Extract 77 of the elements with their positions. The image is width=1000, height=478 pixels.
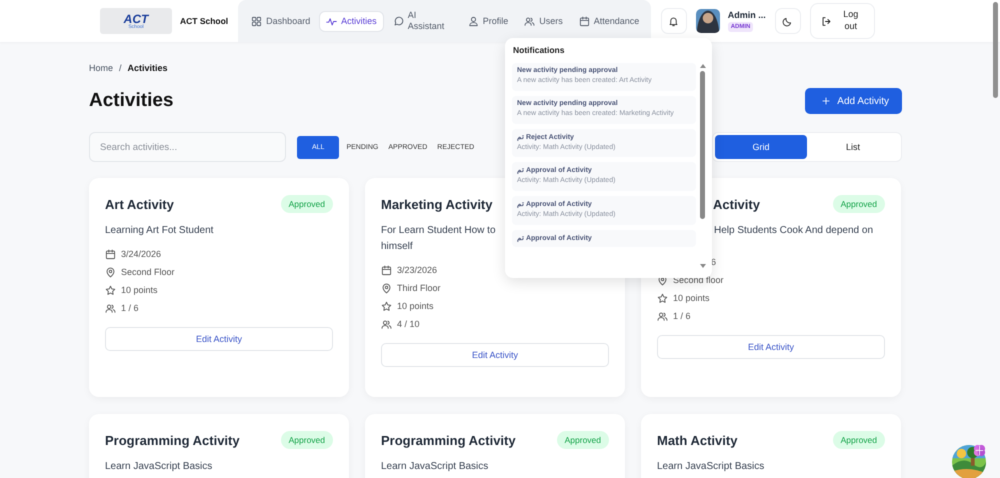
location-pin-icon: [105, 266, 116, 278]
card-description: himself: [381, 240, 413, 254]
calendar-icon: [381, 264, 392, 276]
theme-toggle-button[interactable]: [774, 8, 801, 34]
status-badge: Approved: [556, 431, 609, 449]
meta-text: 10 points: [673, 293, 710, 303]
nav-item[interactable]: Dashboard: [244, 10, 318, 32]
user-icon: [468, 16, 479, 26]
status-badge: Approved: [280, 431, 333, 449]
card-description: Learn JavaScript Basics: [657, 460, 764, 474]
logout-button[interactable]: Log out: [810, 3, 875, 39]
users-icon: [657, 310, 668, 322]
breadcrumb-current: Activities: [128, 63, 168, 73]
breadcrumb-separator: /: [119, 63, 122, 73]
meta-text: 3/23/2026: [397, 265, 438, 275]
user-name: Admin ...: [728, 10, 766, 20]
nav-item[interactable]: Activities: [319, 10, 384, 32]
users-icon: [381, 318, 392, 330]
calendar-icon: [105, 248, 116, 260]
panel-title: Notifications: [513, 45, 566, 55]
status-badge: Approved: [832, 195, 885, 213]
card-title: Activity: [713, 196, 760, 212]
card-title: Art Activity: [105, 196, 174, 212]
users-icon: [105, 302, 116, 314]
scroll-thumb[interactable]: [700, 71, 705, 219]
pulse-icon: [326, 16, 338, 26]
meta-text: 3/24/2026: [121, 249, 162, 259]
grid-icon: [251, 16, 262, 26]
bell-icon: [668, 16, 680, 26]
status-badge: Approved: [280, 195, 333, 213]
scrollbar[interactable]: [993, 2, 998, 98]
view-tab[interactable]: List: [807, 135, 899, 159]
nav-item[interactable]: Profile: [460, 10, 516, 32]
edit-activity-button[interactable]: Edit Activity: [657, 335, 885, 359]
page-title: Activities: [89, 90, 174, 112]
star-icon: [381, 300, 392, 312]
chat-icon: [392, 16, 404, 26]
nav-item[interactable]: AI Assistant: [386, 5, 459, 37]
star-icon: [657, 292, 668, 304]
card-description: Learning Art Fot Student: [105, 224, 214, 238]
nav-item[interactable]: Users: [517, 10, 570, 32]
edit-activity-button[interactable]: Edit Activity: [105, 327, 333, 351]
meta-text: Second Floor: [121, 267, 175, 277]
nav-item[interactable]: Attendance: [572, 10, 645, 32]
location-pin-icon: [381, 282, 392, 294]
edit-activity-button[interactable]: Edit Activity: [381, 343, 609, 367]
meta-text: 10 points: [121, 285, 158, 295]
meta-text: 1 / 6: [673, 311, 691, 321]
plus-icon: [821, 96, 832, 106]
meta-text: 1 / 6: [121, 303, 139, 313]
add-activity-button[interactable]: Add Activity: [805, 88, 902, 114]
card-description: For Learn Student How to: [381, 224, 496, 238]
scroll-down-arrow[interactable]: [700, 264, 706, 268]
moon-icon: [782, 16, 794, 26]
meta-text: Third Floor: [397, 283, 441, 293]
star-icon: [105, 284, 116, 296]
avatar[interactable]: [696, 9, 720, 33]
status-badge: Approved: [832, 431, 885, 449]
meta-text: 10 points: [397, 301, 434, 311]
breadcrumb-link[interactable]: Home: [89, 63, 114, 73]
card-description: Learn JavaScript Basics: [381, 460, 488, 474]
brand-name: ACT School: [180, 16, 228, 26]
users-icon: [524, 16, 536, 26]
card-title: Programming Activity: [381, 432, 516, 448]
meta-text: 4 / 10: [397, 319, 420, 329]
notifications-button[interactable]: [660, 8, 687, 34]
card-description: Learn JavaScript Basics: [105, 460, 212, 474]
logout-icon: [820, 16, 832, 26]
card-description: Help Students Cook And depend on: [714, 224, 874, 238]
search-field[interactable]: Search activities...: [89, 132, 286, 162]
logo-text: ACT: [124, 12, 148, 24]
scroll-up-arrow[interactable]: [700, 64, 706, 68]
view-tab[interactable]: Grid: [715, 135, 807, 159]
card-title: Marketing Activity: [381, 196, 492, 212]
card-title: Math Activity: [657, 432, 738, 448]
calendar-icon: [578, 16, 590, 26]
card-title: Programming Activity: [105, 432, 240, 448]
